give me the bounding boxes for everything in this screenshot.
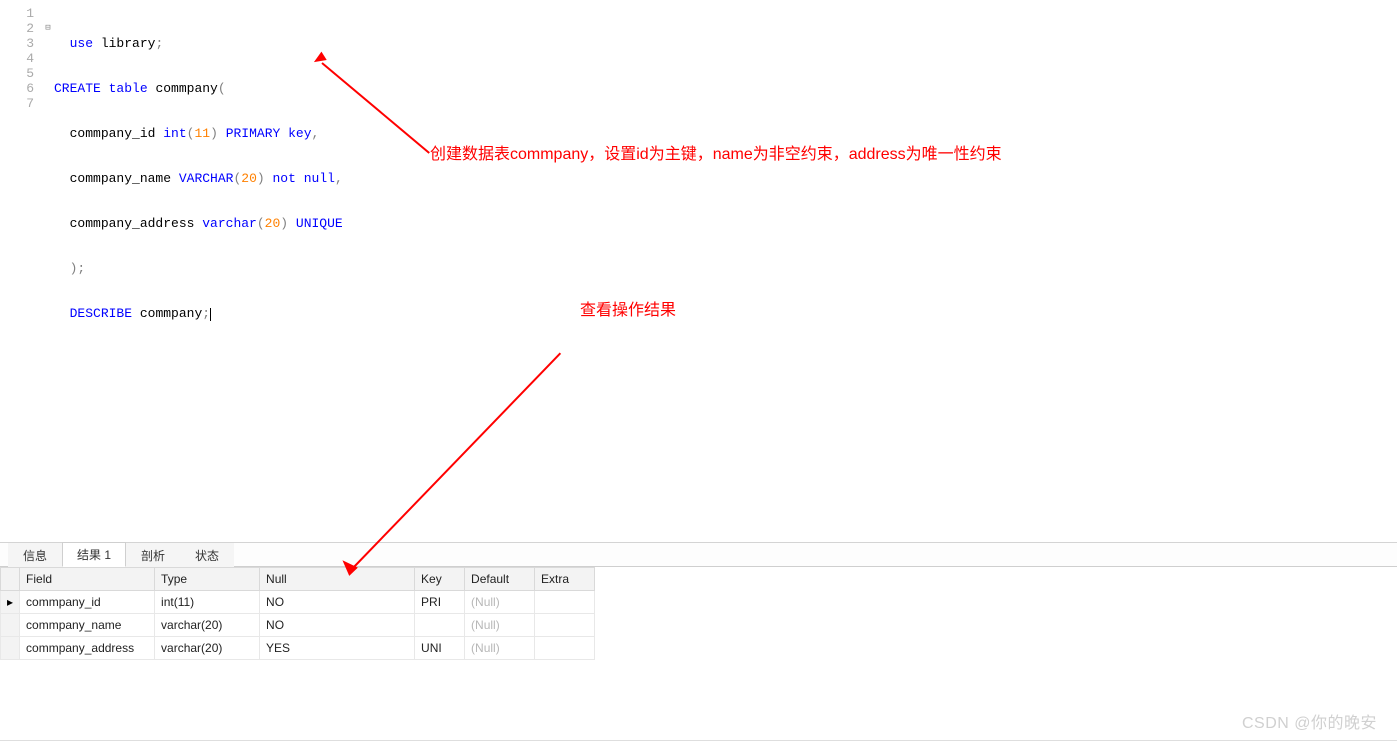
- cell-field[interactable]: commpany_name: [20, 614, 155, 637]
- line-number-gutter: 1 2 3 4 5 6 7: [0, 6, 42, 351]
- row-marker-header: [1, 568, 20, 591]
- text-cursor: [210, 308, 211, 321]
- cell-extra[interactable]: [535, 637, 595, 660]
- table-row[interactable]: commpany_name varchar(20) NO (Null): [1, 614, 595, 637]
- column-header-field[interactable]: Field: [20, 568, 155, 591]
- line-number: 3: [0, 36, 42, 51]
- code-text[interactable]: use library; CREATE table commpany( comm…: [54, 6, 1397, 351]
- result-table[interactable]: Field Type Null Key Default Extra ▸ comm…: [0, 567, 595, 660]
- line-number: 7: [0, 96, 42, 111]
- cell-null[interactable]: NO: [260, 591, 415, 614]
- line-number: 6: [0, 81, 42, 96]
- code-area[interactable]: 1 2 3 4 5 6 7 ⊟ use library; CREATE tabl…: [0, 0, 1397, 351]
- cell-default[interactable]: (Null): [465, 637, 535, 660]
- cell-key[interactable]: [415, 614, 465, 637]
- cell-extra[interactable]: [535, 591, 595, 614]
- cell-type[interactable]: int(11): [155, 591, 260, 614]
- line-number: 2: [0, 21, 42, 36]
- line-number: 1: [0, 6, 42, 21]
- cell-null[interactable]: YES: [260, 637, 415, 660]
- fold-toggle-icon[interactable]: ⊟: [42, 21, 54, 36]
- tab-profile[interactable]: 剖析: [126, 543, 180, 567]
- table-row[interactable]: ▸ commpany_id int(11) NO PRI (Null): [1, 591, 595, 614]
- result-tabs: 信息 结果 1 剖析 状态: [0, 543, 1397, 567]
- cell-extra[interactable]: [535, 614, 595, 637]
- line-number: 5: [0, 66, 42, 81]
- column-header-null[interactable]: Null: [260, 568, 415, 591]
- sql-editor-pane: 1 2 3 4 5 6 7 ⊟ use library; CREATE tabl…: [0, 0, 1397, 543]
- cell-type[interactable]: varchar(20): [155, 637, 260, 660]
- column-header-key[interactable]: Key: [415, 568, 465, 591]
- cell-type[interactable]: varchar(20): [155, 614, 260, 637]
- annotation-arrow: [351, 353, 561, 570]
- tab-status[interactable]: 状态: [180, 543, 234, 567]
- cell-default[interactable]: (Null): [465, 614, 535, 637]
- cell-default[interactable]: (Null): [465, 591, 535, 614]
- column-header-extra[interactable]: Extra: [535, 568, 595, 591]
- line-number: 4: [0, 51, 42, 66]
- column-header-default[interactable]: Default: [465, 568, 535, 591]
- tab-result-1[interactable]: 结果 1: [62, 542, 126, 567]
- watermark: CSDN @你的晚安: [1242, 709, 1377, 733]
- cell-field[interactable]: commpany_address: [20, 637, 155, 660]
- column-header-type[interactable]: Type: [155, 568, 260, 591]
- cell-key[interactable]: PRI: [415, 591, 465, 614]
- annotation-text: 创建数据表commpany，设置id为主键，name为非空约束，address为…: [430, 140, 1002, 164]
- fold-column: ⊟: [42, 6, 54, 351]
- annotation-text: 查看操作结果: [580, 296, 676, 320]
- cell-field[interactable]: commpany_id: [20, 591, 155, 614]
- cell-key[interactable]: UNI: [415, 637, 465, 660]
- table-row[interactable]: commpany_address varchar(20) YES UNI (Nu…: [1, 637, 595, 660]
- tab-info[interactable]: 信息: [8, 543, 62, 567]
- current-row-indicator-icon: ▸: [1, 591, 20, 614]
- cell-null[interactable]: NO: [260, 614, 415, 637]
